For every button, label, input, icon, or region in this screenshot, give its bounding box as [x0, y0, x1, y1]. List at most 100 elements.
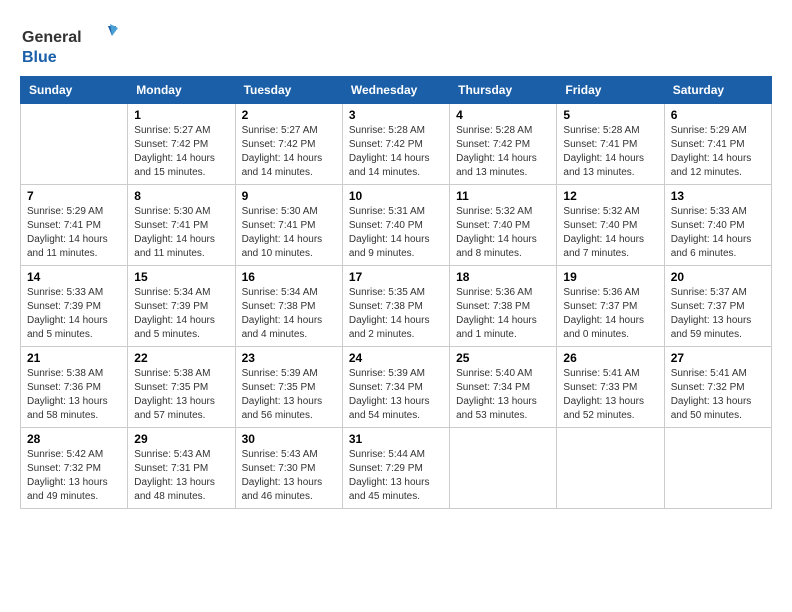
- day-cell: 26 Sunrise: 5:41 AMSunset: 7:33 PMDayligh…: [557, 347, 664, 428]
- day-info: Sunrise: 5:43 AMSunset: 7:30 PMDaylight:…: [242, 448, 336, 504]
- day-info: Sunrise: 5:32 AMSunset: 7:40 PMDaylight:…: [563, 205, 657, 261]
- day-cell: 17 Sunrise: 5:35 AMSunset: 7:38 PMDayligh…: [342, 266, 449, 347]
- day-info: Sunrise: 5:42 AMSunset: 7:32 PMDaylight:…: [27, 448, 121, 504]
- day-cell: 27 Sunrise: 5:41 AMSunset: 7:32 PMDayligh…: [664, 347, 771, 428]
- day-cell: 5 Sunrise: 5:28 AMSunset: 7:41 PMDaylight…: [557, 104, 664, 185]
- day-cell: 20 Sunrise: 5:37 AMSunset: 7:37 PMDayligh…: [664, 266, 771, 347]
- day-cell: 19Sunrise: 5:36 AMSunset: 7:37 PMDayligh…: [557, 266, 664, 347]
- week-row-4: 21Sunrise: 5:38 AMSunset: 7:36 PMDayligh…: [21, 347, 772, 428]
- weekday-header-saturday: Saturday: [664, 77, 771, 104]
- weekday-header-wednesday: Wednesday: [342, 77, 449, 104]
- day-cell: 13 Sunrise: 5:33 AMSunset: 7:40 PMDayligh…: [664, 185, 771, 266]
- day-number: 11: [456, 189, 550, 203]
- day-cell: 22Sunrise: 5:38 AMSunset: 7:35 PMDayligh…: [128, 347, 235, 428]
- calendar-table: SundayMondayTuesdayWednesdayThursdayFrid…: [20, 76, 772, 509]
- day-cell: 25 Sunrise: 5:40 AMSunset: 7:34 PMDayligh…: [450, 347, 557, 428]
- day-number: 18: [456, 270, 550, 284]
- day-info: Sunrise: 5:43 AMSunset: 7:31 PMDaylight:…: [134, 448, 228, 504]
- week-row-1: 1Sunrise: 5:27 AMSunset: 7:42 PMDaylight…: [21, 104, 772, 185]
- day-cell: [450, 428, 557, 509]
- day-number: 16: [242, 270, 336, 284]
- day-number: 8: [134, 189, 228, 203]
- day-cell: 1Sunrise: 5:27 AMSunset: 7:42 PMDaylight…: [128, 104, 235, 185]
- day-cell: 31Sunrise: 5:44 AMSunset: 7:29 PMDayligh…: [342, 428, 449, 509]
- logo: General Blue: [20, 20, 130, 70]
- day-number: 1: [134, 108, 228, 122]
- day-cell: 21Sunrise: 5:38 AMSunset: 7:36 PMDayligh…: [21, 347, 128, 428]
- logo-svg: General Blue: [20, 20, 130, 70]
- weekday-header-sunday: Sunday: [21, 77, 128, 104]
- day-info: Sunrise: 5:28 AMSunset: 7:41 PMDaylight:…: [563, 124, 657, 180]
- day-cell: 6 Sunrise: 5:29 AMSunset: 7:41 PMDaylight…: [664, 104, 771, 185]
- day-number: 14: [27, 270, 121, 284]
- day-number: 20: [671, 270, 765, 284]
- day-info: Sunrise: 5:41 AMSunset: 7:32 PMDaylight:…: [671, 367, 765, 423]
- day-cell: 10 Sunrise: 5:31 AMSunset: 7:40 PMDayligh…: [342, 185, 449, 266]
- page-header: General Blue: [20, 20, 772, 70]
- day-cell: 8 Sunrise: 5:30 AMSunset: 7:41 PMDaylight…: [128, 185, 235, 266]
- week-row-2: 7 Sunrise: 5:29 AMSunset: 7:41 PMDaylight…: [21, 185, 772, 266]
- day-number: 24: [349, 351, 443, 365]
- day-cell: [664, 428, 771, 509]
- day-cell: 2Sunrise: 5:27 AMSunset: 7:42 PMDaylight…: [235, 104, 342, 185]
- day-cell: 9Sunrise: 5:30 AMSunset: 7:41 PMDaylight…: [235, 185, 342, 266]
- day-info: Sunrise: 5:33 AMSunset: 7:39 PMDaylight:…: [27, 286, 121, 342]
- day-info: Sunrise: 5:39 AMSunset: 7:34 PMDaylight:…: [349, 367, 443, 423]
- day-info: Sunrise: 5:41 AMSunset: 7:33 PMDaylight:…: [563, 367, 657, 423]
- day-number: 30: [242, 432, 336, 446]
- day-cell: 24 Sunrise: 5:39 AMSunset: 7:34 PMDayligh…: [342, 347, 449, 428]
- day-cell: 16 Sunrise: 5:34 AMSunset: 7:38 PMDayligh…: [235, 266, 342, 347]
- day-cell: [21, 104, 128, 185]
- day-number: 3: [349, 108, 443, 122]
- day-info: Sunrise: 5:29 AMSunset: 7:41 PMDaylight:…: [671, 124, 765, 180]
- day-info: Sunrise: 5:38 AMSunset: 7:35 PMDaylight:…: [134, 367, 228, 423]
- day-info: Sunrise: 5:37 AMSunset: 7:37 PMDaylight:…: [671, 286, 765, 342]
- day-number: 6: [671, 108, 765, 122]
- day-info: Sunrise: 5:34 AMSunset: 7:39 PMDaylight:…: [134, 286, 228, 342]
- day-cell: 12 Sunrise: 5:32 AMSunset: 7:40 PMDayligh…: [557, 185, 664, 266]
- day-info: Sunrise: 5:28 AMSunset: 7:42 PMDaylight:…: [349, 124, 443, 180]
- day-number: 25: [456, 351, 550, 365]
- day-info: Sunrise: 5:28 AMSunset: 7:42 PMDaylight:…: [456, 124, 550, 180]
- day-number: 13: [671, 189, 765, 203]
- day-info: Sunrise: 5:33 AMSunset: 7:40 PMDaylight:…: [671, 205, 765, 261]
- day-number: 23: [242, 351, 336, 365]
- day-cell: 7 Sunrise: 5:29 AMSunset: 7:41 PMDaylight…: [21, 185, 128, 266]
- day-info: Sunrise: 5:32 AMSunset: 7:40 PMDaylight:…: [456, 205, 550, 261]
- day-number: 28: [27, 432, 121, 446]
- day-number: 10: [349, 189, 443, 203]
- day-number: 29: [134, 432, 228, 446]
- svg-text:General: General: [22, 29, 82, 46]
- day-cell: [557, 428, 664, 509]
- day-cell: 29 Sunrise: 5:43 AMSunset: 7:31 PMDayligh…: [128, 428, 235, 509]
- day-info: Sunrise: 5:40 AMSunset: 7:34 PMDaylight:…: [456, 367, 550, 423]
- day-info: Sunrise: 5:36 AMSunset: 7:37 PMDaylight:…: [563, 286, 657, 342]
- day-number: 17: [349, 270, 443, 284]
- svg-text:Blue: Blue: [22, 49, 57, 66]
- day-info: Sunrise: 5:29 AMSunset: 7:41 PMDaylight:…: [27, 205, 121, 261]
- day-number: 12: [563, 189, 657, 203]
- day-number: 26: [563, 351, 657, 365]
- day-info: Sunrise: 5:36 AMSunset: 7:38 PMDaylight:…: [456, 286, 550, 342]
- day-cell: 4 Sunrise: 5:28 AMSunset: 7:42 PMDaylight…: [450, 104, 557, 185]
- day-number: 27: [671, 351, 765, 365]
- day-number: 7: [27, 189, 121, 203]
- day-info: Sunrise: 5:31 AMSunset: 7:40 PMDaylight:…: [349, 205, 443, 261]
- day-cell: 23 Sunrise: 5:39 AMSunset: 7:35 PMDayligh…: [235, 347, 342, 428]
- day-info: Sunrise: 5:30 AMSunset: 7:41 PMDaylight:…: [134, 205, 228, 261]
- day-info: Sunrise: 5:34 AMSunset: 7:38 PMDaylight:…: [242, 286, 336, 342]
- day-cell: 18 Sunrise: 5:36 AMSunset: 7:38 PMDayligh…: [450, 266, 557, 347]
- day-number: 5: [563, 108, 657, 122]
- day-info: Sunrise: 5:30 AMSunset: 7:41 PMDaylight:…: [242, 205, 336, 261]
- weekday-header-friday: Friday: [557, 77, 664, 104]
- day-info: Sunrise: 5:35 AMSunset: 7:38 PMDaylight:…: [349, 286, 443, 342]
- day-number: 2: [242, 108, 336, 122]
- day-number: 4: [456, 108, 550, 122]
- day-number: 21: [27, 351, 121, 365]
- day-number: 15: [134, 270, 228, 284]
- day-number: 31: [349, 432, 443, 446]
- day-cell: 11 Sunrise: 5:32 AMSunset: 7:40 PMDayligh…: [450, 185, 557, 266]
- day-info: Sunrise: 5:39 AMSunset: 7:35 PMDaylight:…: [242, 367, 336, 423]
- weekday-header-tuesday: Tuesday: [235, 77, 342, 104]
- weekday-header-row: SundayMondayTuesdayWednesdayThursdayFrid…: [21, 77, 772, 104]
